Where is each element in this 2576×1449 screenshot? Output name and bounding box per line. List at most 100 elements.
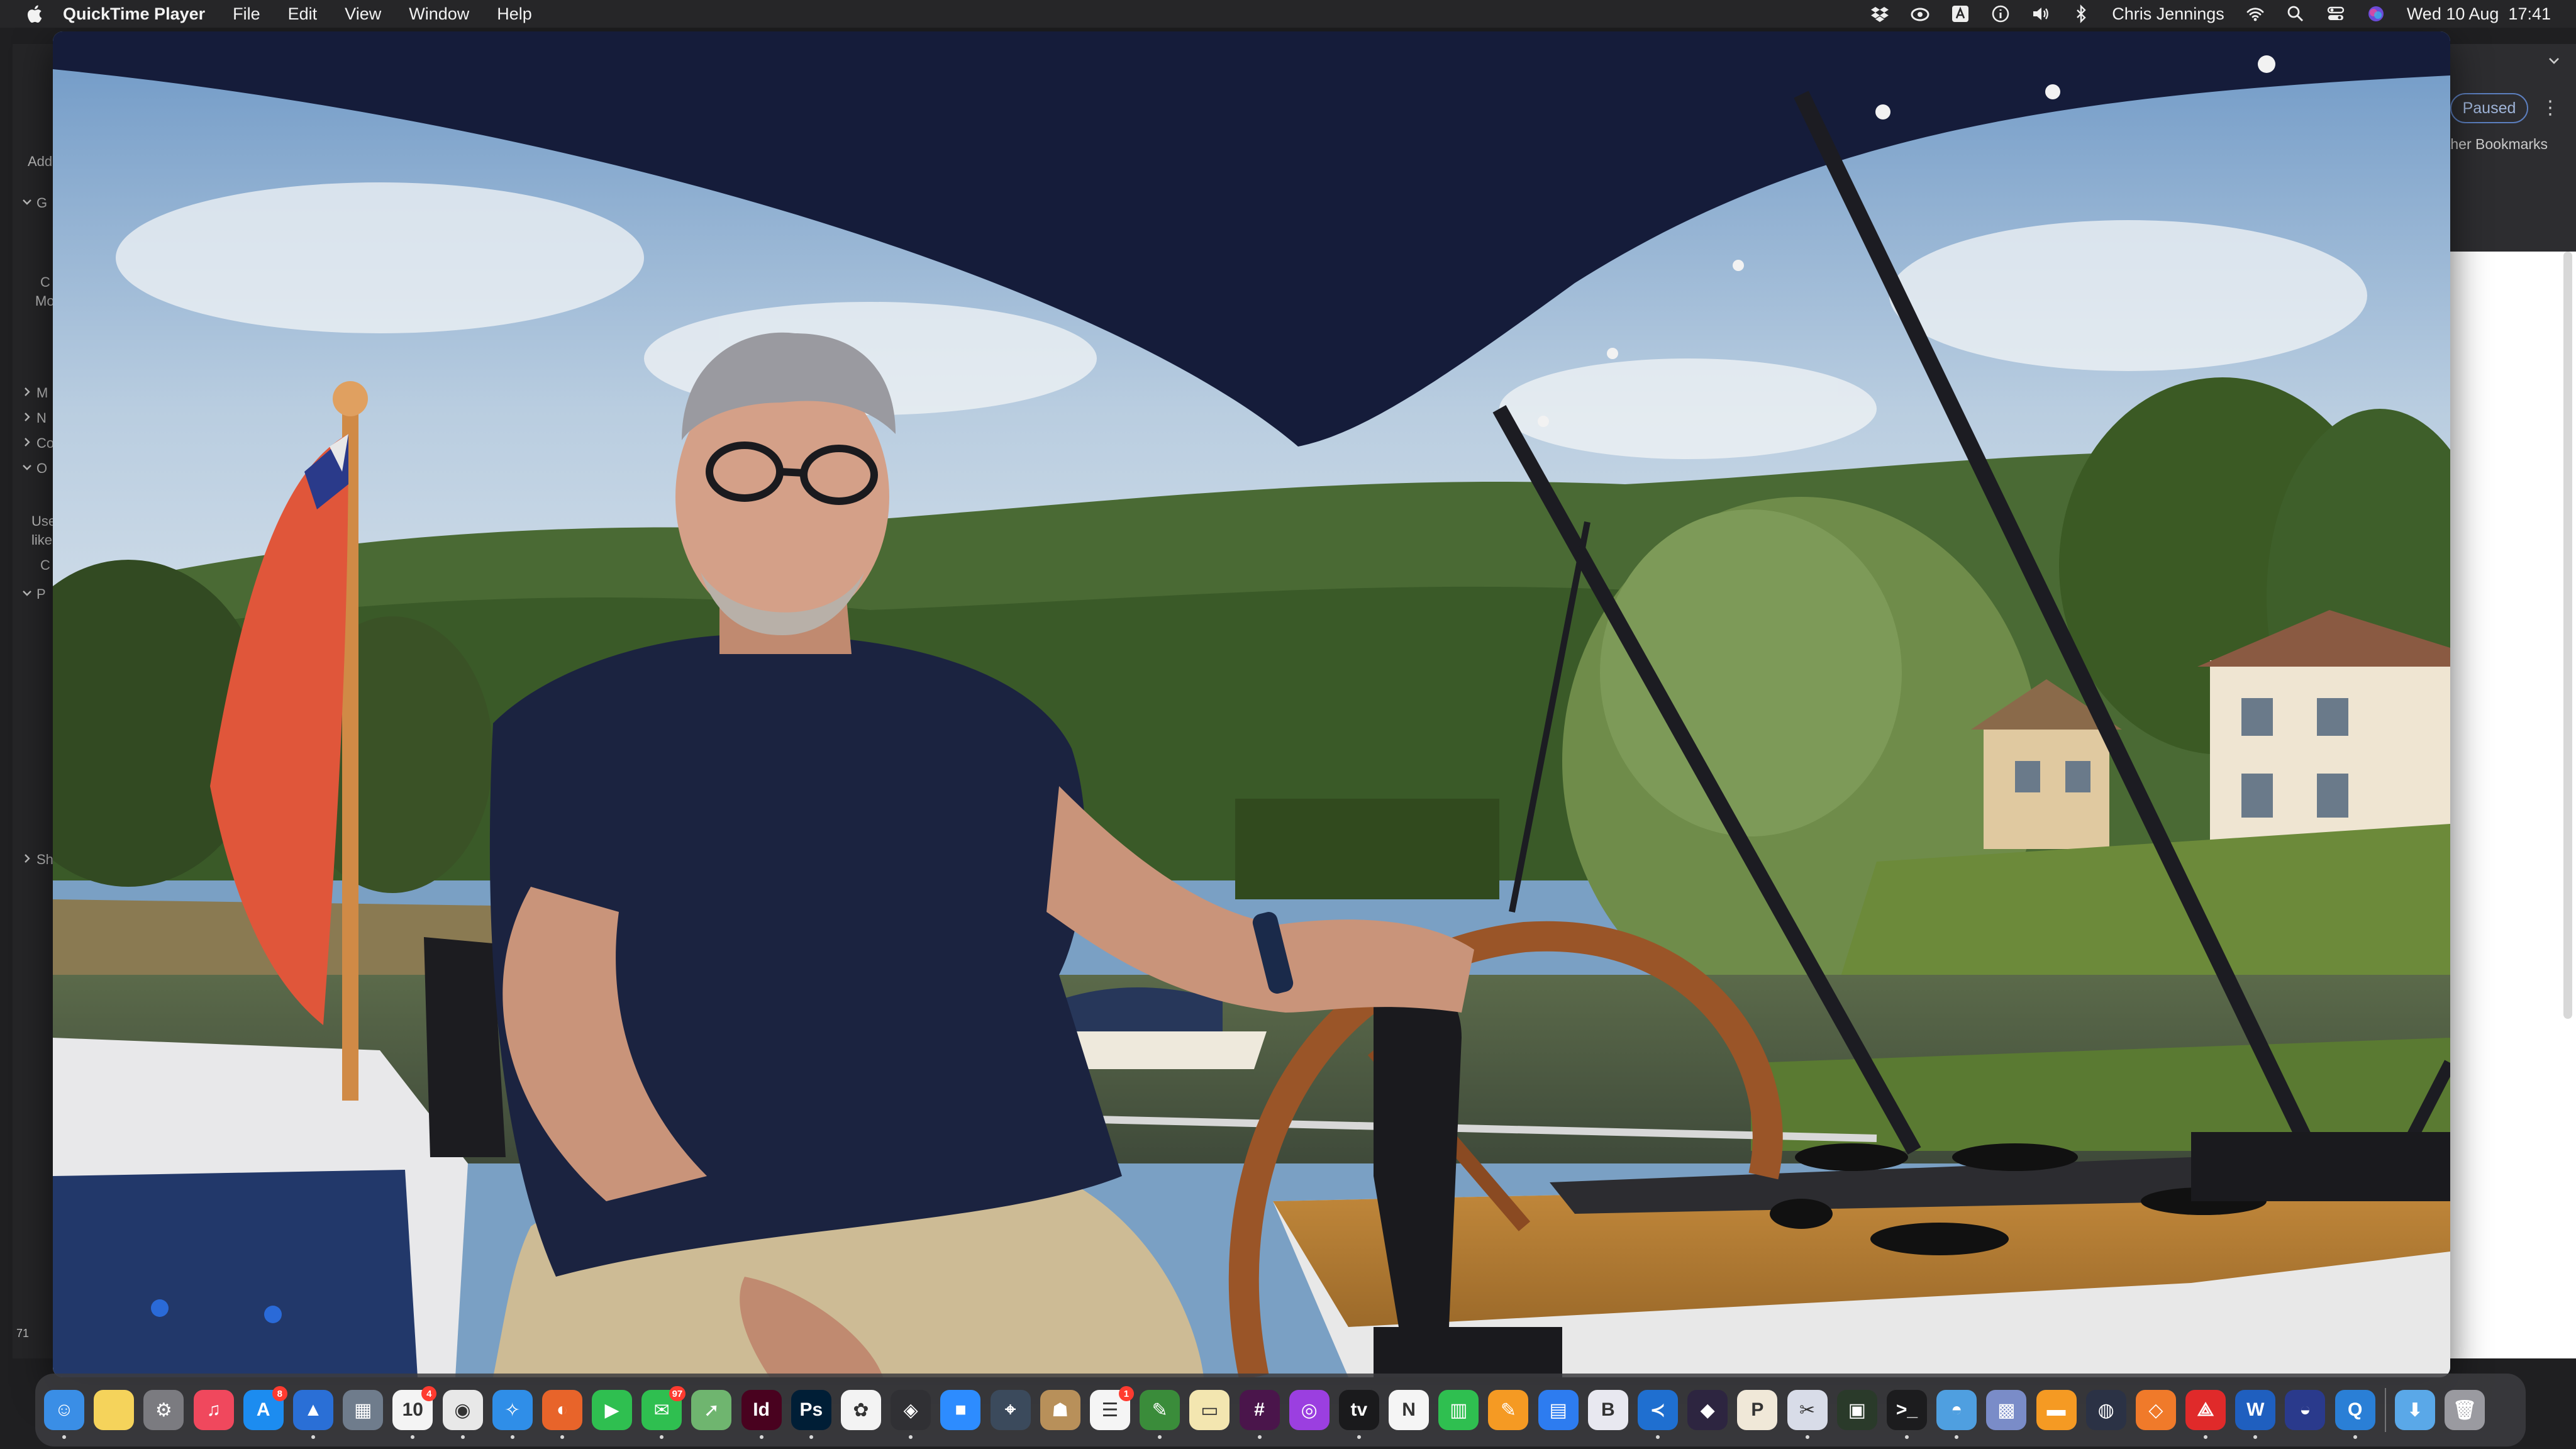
dock-glyph: # — [1254, 1399, 1265, 1420]
plex-icon[interactable]: P — [1737, 1390, 1778, 1430]
menu-help[interactable]: Help — [497, 4, 532, 24]
obsidian-icon[interactable]: ◆ — [1687, 1390, 1728, 1430]
scrollbar[interactable] — [2563, 252, 2572, 1019]
chrome-icon[interactable]: ◉ — [442, 1390, 483, 1439]
vscode-icon[interactable]: ≺ — [1638, 1390, 1678, 1439]
weather-icon[interactable]: ◓ — [1936, 1390, 1977, 1439]
user-name[interactable]: Chris Jennings — [2112, 4, 2224, 24]
chevron-right-icon[interactable] — [20, 435, 34, 449]
bluetooth-icon[interactable] — [2072, 4, 2090, 23]
control-center-icon[interactable] — [2326, 4, 2345, 23]
siri-icon[interactable] — [2367, 4, 2385, 23]
clock[interactable]: Wed 10 Aug 17:41 — [2407, 4, 2551, 24]
activity-monitor-icon[interactable]: ▣ — [1836, 1390, 1877, 1430]
acrobat-icon[interactable]: ⟁ — [2185, 1390, 2226, 1439]
dropbox-icon[interactable] — [1870, 4, 1889, 23]
word-icon[interactable]: W — [2235, 1390, 2276, 1439]
notification-badge: 1 — [1118, 1386, 1134, 1401]
quicktime-icon[interactable]: Q — [2334, 1390, 2375, 1439]
messages-icon[interactable]: ✉ 97 — [641, 1386, 686, 1439]
dock-glyph: ⟁ — [2197, 1399, 2214, 1420]
dock-glyph: ◉ — [454, 1399, 471, 1421]
text-input-icon[interactable] — [1951, 4, 1970, 23]
transmit-icon[interactable]: ◇ — [2135, 1390, 2176, 1430]
podcasts-icon[interactable]: ◎ — [1289, 1390, 1330, 1430]
dock-glyph: Q — [2347, 1399, 2363, 1420]
news-icon[interactable]: N — [1389, 1390, 1430, 1430]
volume-icon[interactable] — [2031, 4, 2050, 23]
launchpad-icon[interactable]: ▦ — [343, 1390, 384, 1430]
app-store-icon[interactable]: A8 — [243, 1386, 287, 1430]
pages-icon[interactable]: ✎ — [1488, 1390, 1529, 1430]
running-indicator — [560, 1435, 564, 1439]
dock-glyph: B — [1601, 1399, 1615, 1420]
photos-icon[interactable]: ✿ — [841, 1390, 881, 1430]
spotlight-search-icon[interactable] — [2286, 4, 2305, 23]
chevron-down-icon[interactable] — [20, 586, 34, 600]
dock-glyph: ✧ — [504, 1399, 521, 1421]
music-icon[interactable]: ♫ — [193, 1390, 234, 1430]
paused-button[interactable]: Paused — [2450, 93, 2528, 123]
downloads-folder-icon[interactable]: ⬇ — [2394, 1390, 2435, 1430]
tv-icon[interactable]: tv — [1338, 1390, 1379, 1439]
dock-glyph: ☰ — [1101, 1399, 1119, 1421]
dock-glyph: ◆ — [1700, 1399, 1715, 1421]
chevron-right-icon[interactable] — [20, 410, 34, 424]
other-bookmarks-link[interactable]: ther Bookmarks — [2446, 136, 2548, 153]
dock-separator — [2384, 1388, 2386, 1432]
maps-icon[interactable]: ➚ — [691, 1390, 732, 1430]
menu-edit[interactable]: Edit — [288, 4, 318, 24]
photoshop-icon[interactable]: Ps — [791, 1390, 831, 1439]
disk-utility-icon[interactable]: ◍ — [2085, 1390, 2126, 1430]
system-preferences-icon[interactable]: ⚙ — [143, 1390, 184, 1430]
running-indicator — [510, 1435, 514, 1439]
running-indicator — [311, 1435, 315, 1439]
numbers-icon[interactable]: ▥ — [1438, 1390, 1479, 1430]
zoom-icon[interactable]: ■ — [940, 1390, 981, 1430]
reminders-icon[interactable]: ☰ 1 — [1089, 1386, 1134, 1430]
chevron-right-icon[interactable] — [20, 385, 34, 399]
running-indicator — [1805, 1435, 1809, 1439]
books-icon[interactable]: ▬ — [2036, 1390, 2077, 1430]
calendar-icon[interactable]: 10 4 — [392, 1386, 437, 1439]
dock-glyph: ◒ — [2299, 1399, 2311, 1420]
finder-icon[interactable]: ☺ — [44, 1390, 84, 1439]
tunnelblick-icon[interactable]: ◒ — [2285, 1390, 2326, 1430]
terminal-icon[interactable]: >_ — [1886, 1390, 1927, 1439]
chevron-down-icon[interactable] — [20, 460, 34, 474]
app-name-menu[interactable]: QuickTime Player — [63, 4, 205, 24]
sidebar-fragment: Add — [28, 153, 53, 169]
dock: ☺ ⚙ ♫ A 8 ▲ ▦ 10 4 ◉ ✧ ◐ ▶ ✉ 97 ➚ Id Ps ✿ ◈ ■ ⌖ ☗ ☰ 1 ✎ ▭ # ◎ tv N ▥ ✎ ▤ B… — [35, 1374, 2526, 1446]
preview-icon[interactable]: ✂ — [1787, 1390, 1828, 1439]
notes-icon[interactable] — [94, 1390, 135, 1430]
dock-glyph: tv — [1350, 1399, 1368, 1420]
archive-utility-icon[interactable]: ▩ — [1986, 1390, 2027, 1430]
more-options-icon[interactable]: ⋮ — [2541, 97, 2560, 119]
indesign-icon[interactable]: Id — [741, 1390, 782, 1439]
firefox-icon[interactable]: ◐ — [541, 1390, 582, 1439]
creative-cloud-icon[interactable] — [1911, 4, 1929, 23]
apple-menu-icon[interactable] — [25, 4, 44, 24]
keynote-icon[interactable]: ▤ — [1538, 1390, 1579, 1430]
menu-view[interactable]: View — [345, 4, 381, 24]
davinci-resolve-icon[interactable]: ◈ — [891, 1390, 931, 1439]
chevron-down-icon[interactable] — [2546, 53, 2562, 69]
instruments-icon[interactable]: ▲ — [292, 1390, 333, 1439]
chevron-right-icon[interactable] — [20, 852, 34, 865]
trash-icon[interactable]: 🗑 — [2445, 1390, 2485, 1430]
quicktime-video-window[interactable] — [53, 31, 2450, 1377]
script-editor-icon[interactable]: ✎ — [1140, 1390, 1180, 1439]
info-icon[interactable] — [1991, 4, 2010, 23]
menu-file[interactable]: File — [233, 4, 260, 24]
contacts-icon[interactable]: ☗ — [1040, 1390, 1080, 1430]
location-icon[interactable]: ⌖ — [990, 1390, 1031, 1430]
wifi-icon[interactable] — [2246, 4, 2265, 23]
bbedit-icon[interactable]: B — [1587, 1390, 1628, 1430]
menu-window[interactable]: Window — [409, 4, 469, 24]
slack-icon[interactable]: # — [1239, 1390, 1280, 1439]
safari-icon[interactable]: ✧ — [492, 1390, 533, 1439]
chevron-down-icon[interactable] — [20, 195, 34, 209]
files-icon[interactable]: ▭ — [1189, 1390, 1230, 1430]
dock-glyph: ◈ — [903, 1399, 918, 1421]
facetime-icon[interactable]: ▶ — [592, 1390, 633, 1430]
